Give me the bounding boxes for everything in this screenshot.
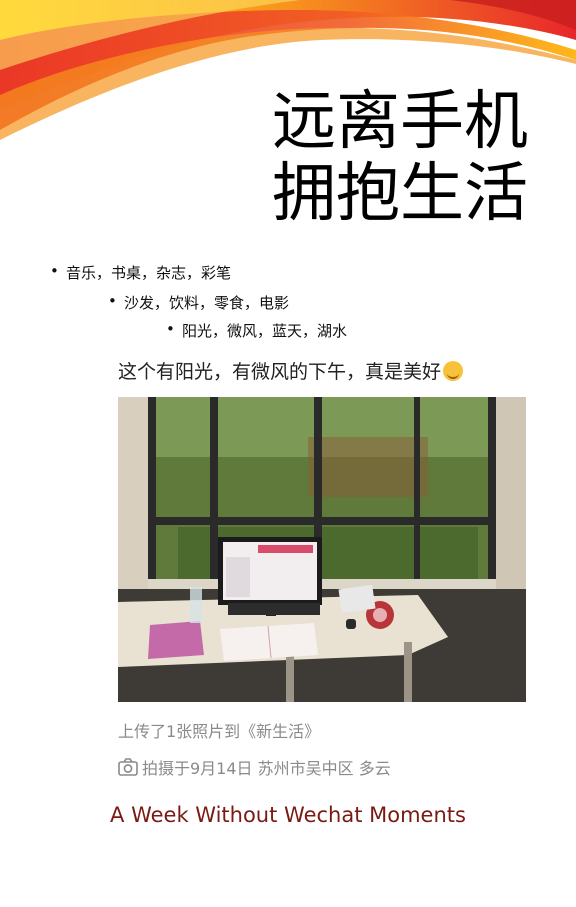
taken-info: 拍摄于9月14日 苏州市吴中区 多云: [118, 755, 391, 779]
bullet-level-3: 阳光，微风，蓝天，湖水: [166, 320, 347, 341]
title-line-1: 远离手机: [272, 85, 528, 159]
bullet-level-2: 沙发，饮料，零食，电影: [108, 292, 289, 313]
page-title: 远离手机 拥抱生活: [272, 86, 528, 230]
post-caption: 这个有阳光，有微风的下午，真是美好: [118, 357, 464, 384]
post-photo: [118, 397, 526, 702]
bullet-level-1: 音乐，书桌，杂志，彩笔: [50, 262, 231, 283]
taken-info-text: 拍摄于9月14日 苏州市吴中区 多云: [142, 759, 391, 778]
photo-illustration: [118, 397, 526, 702]
smiling-face-icon: [443, 361, 464, 381]
post-caption-text: 这个有阳光，有微风的下午，真是美好: [118, 361, 442, 383]
camera-icon: [118, 758, 138, 776]
title-line-2: 拥抱生活: [272, 157, 528, 231]
upload-note: 上传了1张照片到《新生活》: [118, 722, 321, 741]
footer-text: A Week Without Wechat Moments: [110, 803, 466, 827]
